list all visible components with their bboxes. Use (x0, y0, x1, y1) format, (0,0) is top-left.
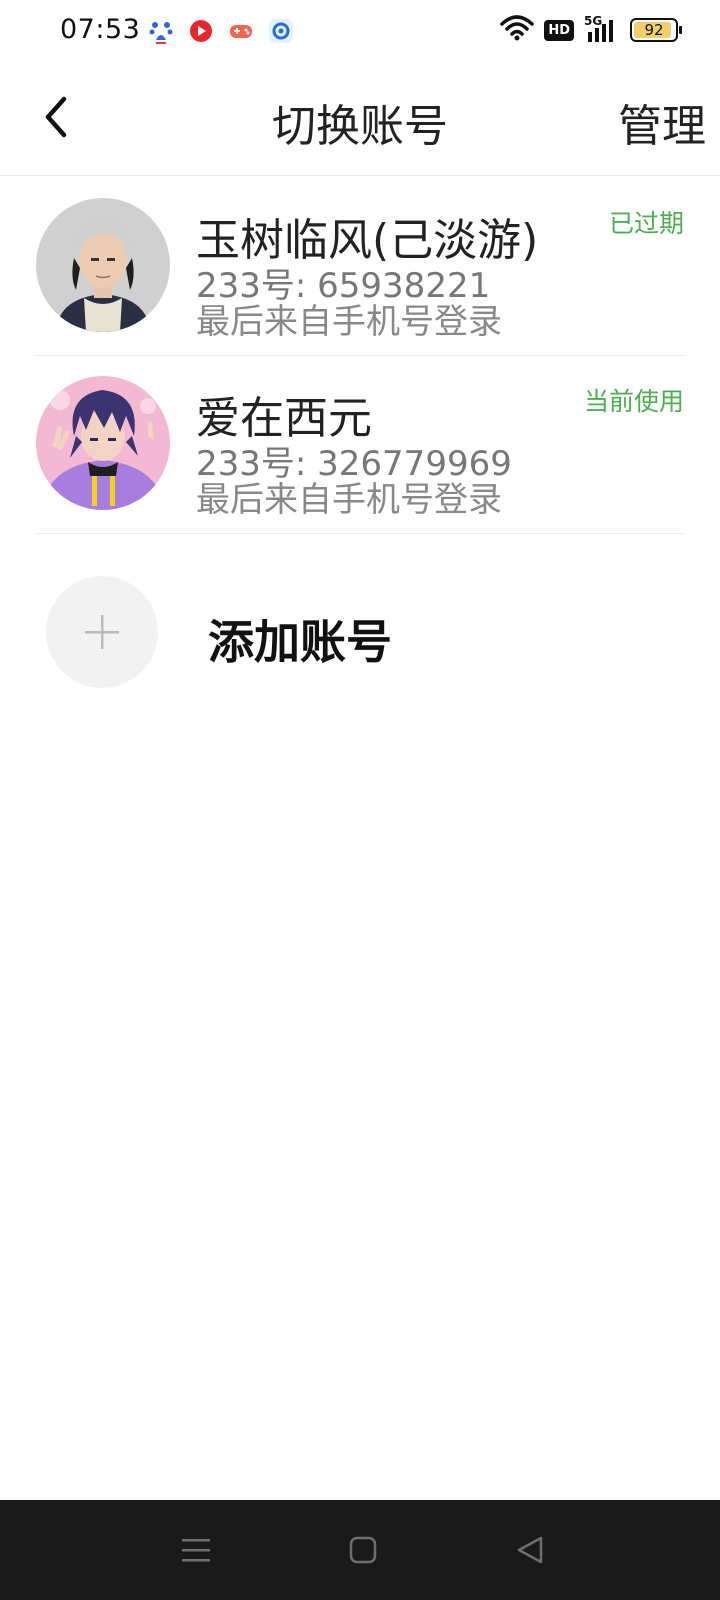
battery-tip (679, 26, 682, 34)
notification-icons (148, 18, 294, 44)
back-nav-button[interactable] (514, 1534, 546, 1566)
add-account-label: 添加账号 (208, 615, 392, 669)
status-bar: 07:53 HD 5G 92 (0, 0, 720, 64)
video-app-icon (188, 18, 214, 44)
add-account-button[interactable]: 添加账号 (36, 564, 684, 704)
avatar-silver-hair-icon (36, 198, 170, 332)
baidu-icon (148, 18, 174, 44)
avatar-purple-hoodie-icon (36, 376, 170, 510)
battery-icon: 92 (630, 18, 682, 42)
account-item[interactable]: 爱在西元 233号: 326779969 最后来自手机号登录 当前使用 (36, 354, 684, 534)
account-status-badge: 当前使用 (583, 387, 684, 416)
status-right: HD 5G 92 (500, 14, 682, 46)
avatar (36, 376, 170, 510)
hd-badge: HD (544, 19, 574, 41)
home-square-icon (349, 1536, 377, 1564)
battery-level: 92 (644, 21, 664, 39)
page-title: 切换账号 (272, 101, 448, 152)
signal-icon: 5G (584, 14, 620, 44)
account-login-method: 最后来自手机号登录 (196, 302, 502, 342)
home-button[interactable] (347, 1534, 379, 1566)
status-time: 07:53 (60, 14, 141, 45)
avatar (36, 198, 170, 332)
add-circle (46, 576, 158, 688)
back-triangle-icon (517, 1536, 543, 1564)
menu-button[interactable] (180, 1534, 212, 1566)
account-status-badge: 已过期 (608, 209, 684, 238)
manage-button[interactable]: 管理 (618, 90, 706, 154)
system-nav-bar (0, 1500, 720, 1600)
account-item[interactable]: 玉树临风(己淡游) 233号: 65938221 最后来自手机号登录 已过期 (36, 176, 684, 356)
browser-app-icon (268, 18, 294, 44)
game-app-icon (228, 18, 254, 44)
account-login-method: 最后来自手机号登录 (196, 480, 502, 520)
menu-icon (182, 1539, 210, 1562)
wifi-icon (500, 14, 535, 46)
header: 切换账号 管理 (0, 64, 720, 176)
screen: 07:53 HD 5G 92 切换账号 管理 玉树临风(己淡游) 233号: 6… (0, 0, 720, 1600)
plus-icon (85, 615, 119, 649)
